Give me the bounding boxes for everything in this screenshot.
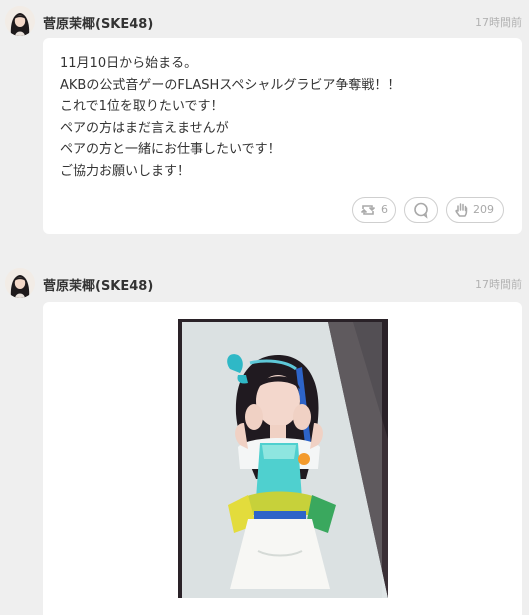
action-bar: 6 209 <box>352 197 504 223</box>
like-count: 209 <box>473 203 494 216</box>
post-text: 11月10日から始まる。 AKBの公式音ゲーのFLASHスペシャルグラビア争奪戦… <box>60 53 400 182</box>
photo-image <box>178 319 388 598</box>
like-button[interactable]: 209 <box>446 197 504 223</box>
post-text-line: 11月10日から始まる。 <box>60 56 198 71</box>
feed: 菅原茉椰(SKE48) 17時間前 11月10日から始まる。 AKBの公式音ゲー… <box>0 0 529 615</box>
post-text-line: ペアの方はまだ言えませんが <box>60 120 229 136</box>
comment-button[interactable] <box>404 197 438 223</box>
post-text-line: AKBの公式音ゲーのFLASHスペシャルグラビア争奪戦！！ <box>60 77 401 93</box>
retweet-icon <box>360 205 376 215</box>
post-card: 11月10日から始まる。 AKBの公式音ゲーのFLASHスペシャルグラビア争奪戦… <box>43 38 522 234</box>
post-header: 菅原茉椰(SKE48) 17時間前 <box>0 4 529 40</box>
post-text-line: ご協力お願いします！ <box>60 163 191 179</box>
post-text-line: これで1位を取りたいです！ <box>60 99 224 114</box>
hand-icon <box>455 203 468 217</box>
retweet-button[interactable]: 6 <box>352 197 396 223</box>
author-name[interactable]: 菅原茉椰(SKE48) <box>43 13 153 32</box>
avatar[interactable] <box>5 268 35 298</box>
avatar[interactable] <box>5 6 35 36</box>
retweet-count: 6 <box>381 203 388 216</box>
post-card <box>43 302 522 615</box>
timestamp: 17時間前 <box>475 278 522 291</box>
avatar-image <box>5 268 35 298</box>
post-text-line: ペアの方と一緒にお仕事したいです！ <box>60 142 281 157</box>
avatar-image <box>5 6 35 36</box>
author-name[interactable]: 菅原茉椰(SKE48) <box>43 275 153 294</box>
comment-icon <box>414 202 428 219</box>
post-header: 菅原茉椰(SKE48) 17時間前 <box>0 266 529 302</box>
timestamp: 17時間前 <box>475 16 522 29</box>
post-photo[interactable] <box>178 319 388 598</box>
